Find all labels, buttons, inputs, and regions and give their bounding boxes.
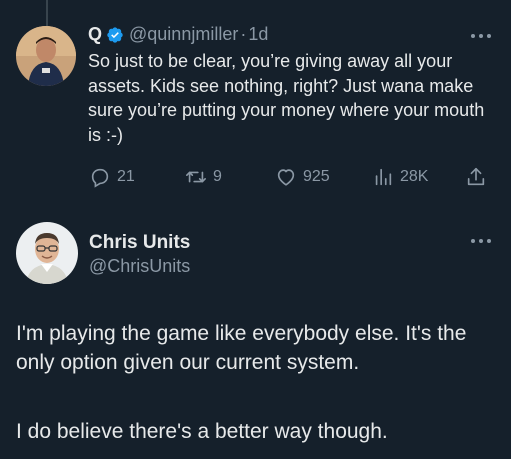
repost-button[interactable]: 9 [185,166,222,188]
more-options-icon[interactable] [471,238,491,244]
heart-icon [275,166,303,188]
views-button[interactable]: 28K [372,166,428,188]
share-button[interactable] [465,166,493,188]
repost-icon [185,166,213,188]
reply-count: 21 [117,168,135,185]
view-count: 28K [400,168,429,185]
main-tweet-paragraph: I'm playing the game like everybody else… [16,322,467,374]
reply-button[interactable]: 21 [89,166,135,188]
main-handle[interactable]: @ChrisUnits [89,256,190,277]
verified-badge-icon [106,26,124,44]
main-display-name[interactable]: Chris Units [89,232,190,254]
avatar-quinnjmiller[interactable] [16,26,76,86]
like-button[interactable]: 925 [275,166,330,188]
header-separator: · [240,24,247,44]
reply-display-name[interactable]: Q [88,24,102,45]
avatar-chrisunits[interactable] [16,222,78,284]
reply-timestamp[interactable]: 1d [248,24,268,45]
reply-action-bar: 21 9 925 28K [0,166,511,192]
views-chart-icon [372,166,400,188]
more-options-icon[interactable] [471,33,491,39]
thread-connector-line [46,0,48,26]
share-icon [465,166,493,188]
like-count: 925 [303,168,330,185]
reply-tweet-text: So just to be clear, you’re giving away … [88,51,485,145]
reply-icon [89,166,117,188]
repost-count: 9 [213,168,222,185]
reply-header: Q @quinnjmiller · 1d [88,24,268,45]
reply-handle[interactable]: @quinnjmiller [129,24,238,45]
main-tweet-paragraph: I do believe there's a better way though… [16,420,388,443]
